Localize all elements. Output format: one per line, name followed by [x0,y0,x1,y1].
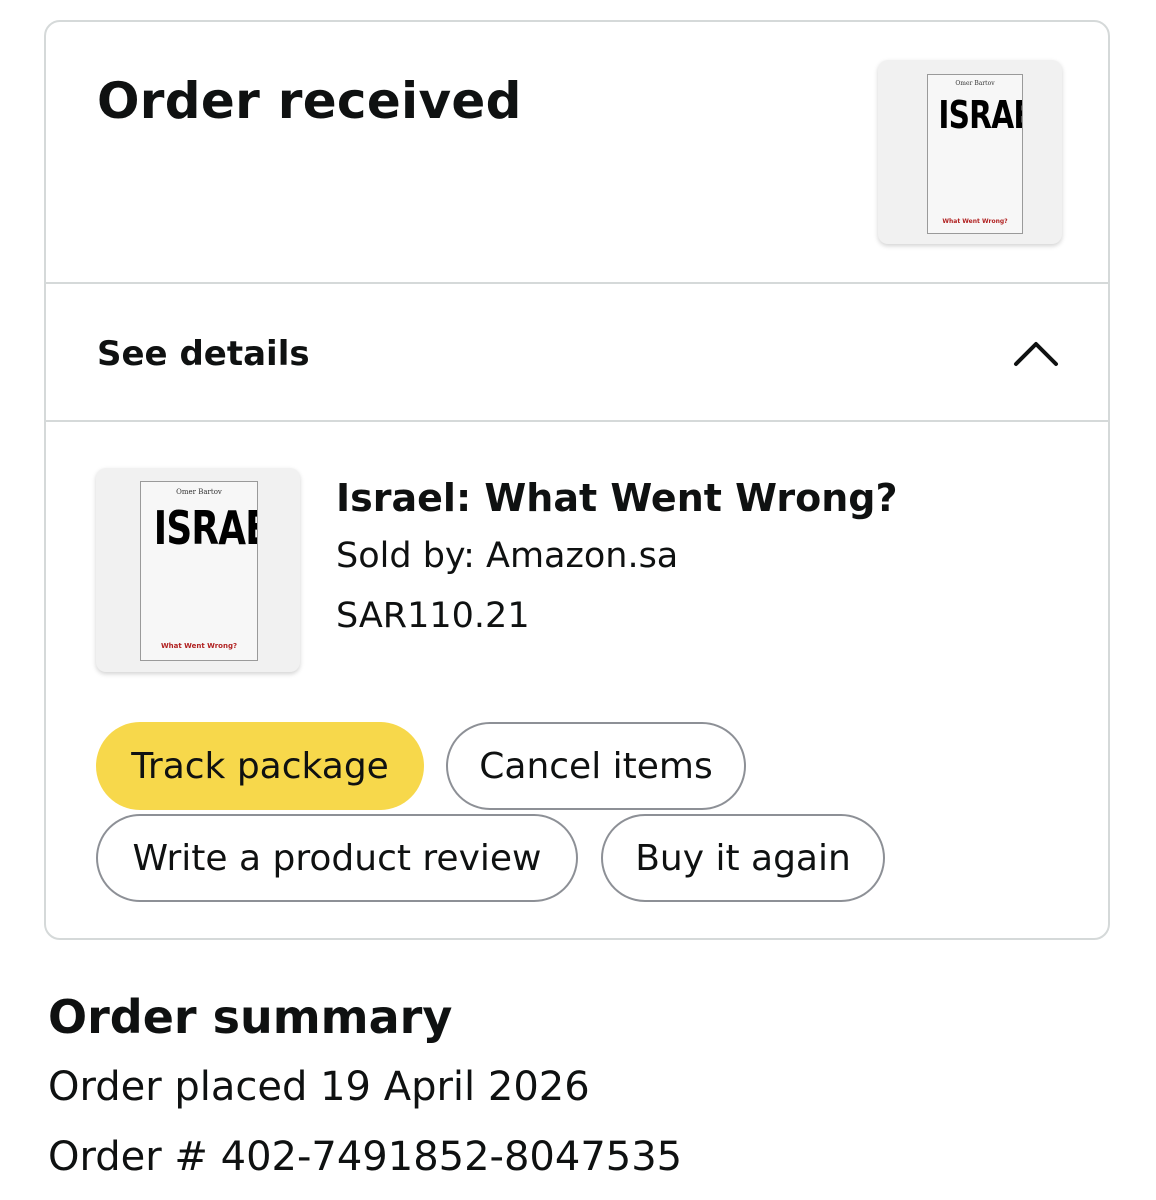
divider [46,420,1108,422]
book-cover-author: Omer Bartov [176,488,222,496]
divider [46,282,1108,284]
order-placed-date: Order placed 19 April 2026 [48,1064,590,1110]
see-details-label: See details [97,334,310,374]
order-card: Order received Omer Bartov ISRAEL What W… [44,20,1110,940]
product-title-link[interactable]: Israel: What Went Wrong? [336,476,898,520]
order-summary-heading: Order summary [48,990,453,1044]
book-cover-image: Omer Bartov ISRAEL What Went Wrong? [927,74,1023,234]
product-thumbnail-small[interactable]: Omer Bartov ISRAEL What Went Wrong? [878,60,1062,244]
write-review-button[interactable]: Write a product review [96,814,578,902]
book-cover-title: ISRAEL [153,501,257,555]
book-cover-image: Omer Bartov ISRAEL What Went Wrong? [140,481,258,661]
order-status-title: Order received [97,72,522,130]
product-thumbnail[interactable]: Omer Bartov ISRAEL What Went Wrong? [96,468,300,672]
seller-info: Sold by: Amazon.sa [336,536,679,576]
see-details-toggle[interactable]: See details [46,286,1108,420]
book-cover-subtitle: What Went Wrong? [160,642,238,650]
book-cover-title: ISRAEL [938,93,1022,137]
track-package-button[interactable]: Track package [96,722,424,810]
buy-again-button[interactable]: Buy it again [601,814,885,902]
order-number: Order # 402-7491852-8047535 [48,1134,683,1180]
book-cover-subtitle: What Went Wrong? [942,218,1008,225]
book-cover-author: Omer Bartov [955,80,995,87]
cancel-items-button[interactable]: Cancel items [446,722,746,810]
order-status-header: Order received Omer Bartov ISRAEL What W… [46,22,1108,284]
chevron-up-icon [1014,342,1058,366]
item-price: SAR110.21 [336,596,530,636]
